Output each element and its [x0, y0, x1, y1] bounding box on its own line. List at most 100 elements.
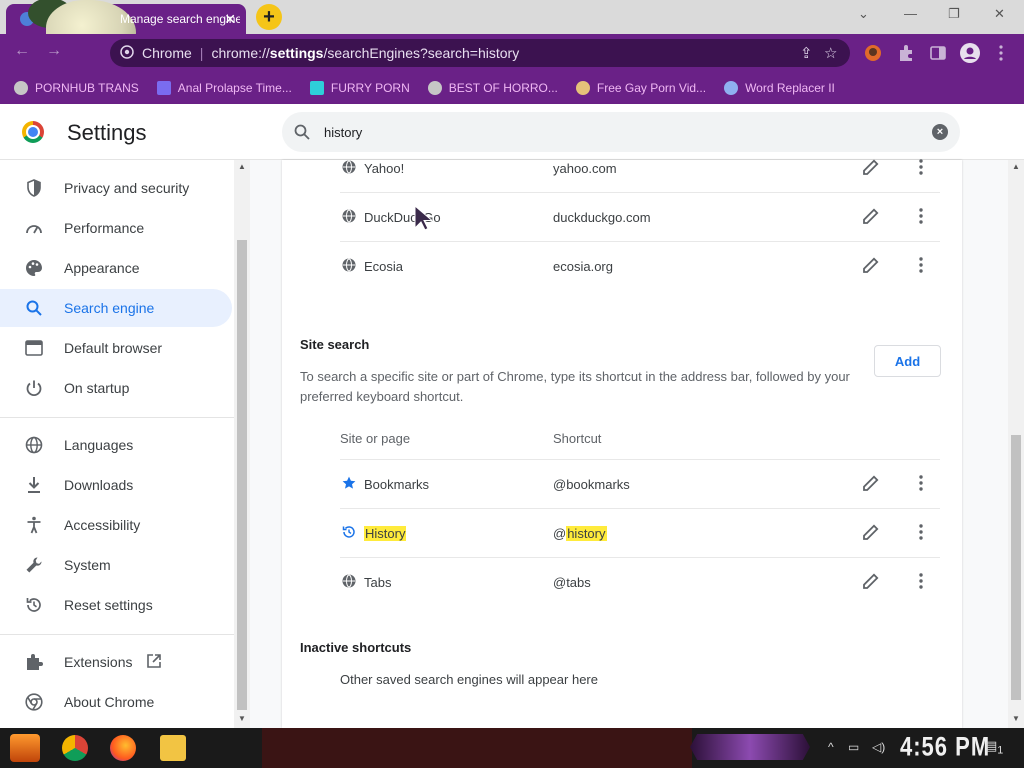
tab-search-chevron-icon[interactable]: ⌄	[858, 6, 869, 22]
scroll-down-arrow-icon[interactable]: ▼	[238, 714, 246, 723]
clear-search-icon[interactable]: ×	[932, 124, 948, 140]
sidebar-item-privacy[interactable]: Privacy and security	[0, 169, 232, 207]
column-header-site: Site or page	[340, 431, 411, 446]
mouse-cursor-icon	[414, 205, 432, 231]
tab-active[interactable]: Manage search engines ✕	[6, 0, 246, 64]
shield-icon	[24, 178, 44, 198]
more-actions-icon[interactable]	[918, 523, 924, 541]
taskbar-clock[interactable]: 4:56 PM	[900, 731, 990, 762]
edit-pencil-icon[interactable]	[862, 572, 880, 590]
side-panel-icon[interactable]	[929, 44, 947, 62]
inactive-empty-message: Other saved search engines will appear h…	[340, 672, 598, 687]
bookmark-item[interactable]: PORNHUB TRANS	[14, 81, 139, 95]
site-search-description: To search a specific site or part of Chr…	[300, 369, 850, 404]
sigma-icon	[156, 81, 171, 95]
extensions-puzzle-icon[interactable]	[897, 44, 915, 62]
toolbar: ← → Chrome | chrome://settings/searchEng…	[0, 34, 1024, 72]
taskbar: ^ ▭ ◁) 4:56 PM ▤1	[0, 728, 1024, 768]
word-replacer-icon	[724, 81, 739, 95]
minimize-button[interactable]: —	[904, 6, 917, 21]
more-actions-icon[interactable]	[918, 474, 924, 492]
menu-kebab-icon[interactable]	[996, 44, 1006, 62]
globe-icon	[342, 258, 356, 272]
new-tab-button[interactable]: +	[256, 4, 282, 30]
sidebar-item-performance[interactable]: Performance	[0, 209, 232, 247]
notifications-icon[interactable]: ▤1	[985, 738, 1003, 757]
site-search-row: History @history	[340, 509, 940, 558]
forward-button[interactable]: →	[46, 42, 62, 60]
more-actions-icon[interactable]	[918, 207, 924, 225]
site-favicon-icon	[575, 81, 590, 95]
edit-pencil-icon[interactable]	[862, 207, 880, 225]
back-button[interactable]: ←	[14, 42, 30, 60]
chrome-taskbar-icon[interactable]	[62, 735, 88, 761]
reset-history-icon	[24, 595, 44, 615]
engine-name: Yahoo!	[364, 160, 405, 176]
scroll-up-arrow-icon[interactable]: ▲	[238, 162, 246, 171]
sidebar-item-on-startup[interactable]: On startup	[0, 369, 232, 407]
engine-keyword: yahoo.com	[553, 160, 617, 176]
start-button[interactable]	[10, 734, 40, 762]
profile-avatar-icon[interactable]	[960, 43, 980, 63]
site-name: History	[364, 525, 407, 541]
sidebar-item-accessibility[interactable]: Accessibility	[0, 506, 232, 544]
close-window-button[interactable]: ✕	[994, 6, 1005, 22]
more-actions-icon[interactable]	[918, 256, 924, 274]
inactive-shortcuts-title: Inactive shortcuts	[300, 640, 412, 655]
extension-avatar-icon[interactable]	[864, 44, 882, 62]
main-scrollbar[interactable]: ▲ ▼	[1008, 160, 1024, 728]
bookmark-item[interactable]: Anal Prolapse Time...	[156, 81, 292, 95]
sidebar-item-languages[interactable]: Languages	[0, 426, 232, 464]
scroll-down-arrow-icon[interactable]: ▼	[1012, 714, 1020, 723]
sidebar-item-appearance[interactable]: Appearance	[0, 249, 232, 287]
sidebar-item-system[interactable]: System	[0, 546, 232, 584]
wrench-icon	[24, 555, 44, 575]
sidebar-divider	[0, 634, 234, 635]
tab-title: Manage search engines	[120, 12, 240, 26]
page-title: Settings	[67, 120, 147, 145]
address-separator: |	[199, 45, 204, 61]
accessibility-icon	[24, 515, 44, 535]
more-actions-icon[interactable]	[918, 158, 924, 176]
tab-close-icon[interactable]: ✕	[224, 11, 236, 28]
bookmark-item[interactable]: FURRY PORN	[309, 81, 410, 95]
sidebar-scrollbar[interactable]: ▲ ▼	[234, 160, 250, 728]
sidebar-item-about-chrome[interactable]: About Chrome	[0, 683, 232, 721]
sidebar-item-downloads[interactable]: Downloads	[0, 466, 232, 504]
scroll-up-arrow-icon[interactable]: ▲	[1012, 162, 1020, 171]
edit-pencil-icon[interactable]	[862, 158, 880, 176]
volume-icon[interactable]: ◁)	[872, 740, 885, 754]
file-explorer-taskbar-icon[interactable]	[160, 735, 186, 761]
sidebar-item-default-browser[interactable]: Default browser	[0, 329, 232, 367]
bookmark-item[interactable]: Word Replacer II	[724, 81, 835, 95]
site-shortcut: @history	[553, 525, 607, 541]
edit-pencil-icon[interactable]	[862, 523, 880, 541]
bookmarks-bar: PORNHUB TRANS Anal Prolapse Time... FURR…	[0, 72, 1024, 104]
add-site-search-button[interactable]: Add	[874, 345, 941, 377]
edit-pencil-icon[interactable]	[862, 256, 880, 274]
globe-icon	[427, 81, 442, 95]
bookmark-star-icon[interactable]: ☆	[824, 44, 837, 62]
tray-expand-icon[interactable]: ^	[828, 740, 834, 754]
sidebar-item-reset-settings[interactable]: Reset settings	[0, 586, 232, 624]
sidebar-item-extensions[interactable]: Extensions	[0, 643, 232, 681]
site-info-chrome-icon[interactable]	[120, 44, 134, 62]
sidebar-divider	[0, 417, 234, 418]
firefox-taskbar-icon[interactable]	[110, 735, 136, 761]
puzzle-icon	[24, 652, 44, 672]
bookmark-item[interactable]: BEST OF HORRO...	[427, 81, 558, 95]
engine-keyword: ecosia.org	[553, 259, 613, 274]
more-actions-icon[interactable]	[918, 572, 924, 590]
main-scrollbar-thumb[interactable]	[1011, 435, 1021, 700]
address-bar[interactable]: Chrome | chrome://settings/searchEngines…	[110, 39, 850, 67]
sidebar-scrollbar-thumb[interactable]	[237, 240, 247, 710]
bookmark-item[interactable]: Free Gay Porn Vid...	[575, 81, 706, 95]
sidebar-item-search-engine[interactable]: Search engine	[0, 289, 232, 327]
search-query: history	[324, 124, 363, 140]
edit-pencil-icon[interactable]	[862, 474, 880, 492]
restore-button[interactable]: ❐	[948, 6, 960, 22]
engine-name: Ecosia	[364, 259, 404, 274]
share-icon[interactable]: ⇪	[800, 44, 813, 62]
site-name: Tabs	[364, 575, 392, 590]
network-icon[interactable]: ▭	[848, 740, 859, 754]
